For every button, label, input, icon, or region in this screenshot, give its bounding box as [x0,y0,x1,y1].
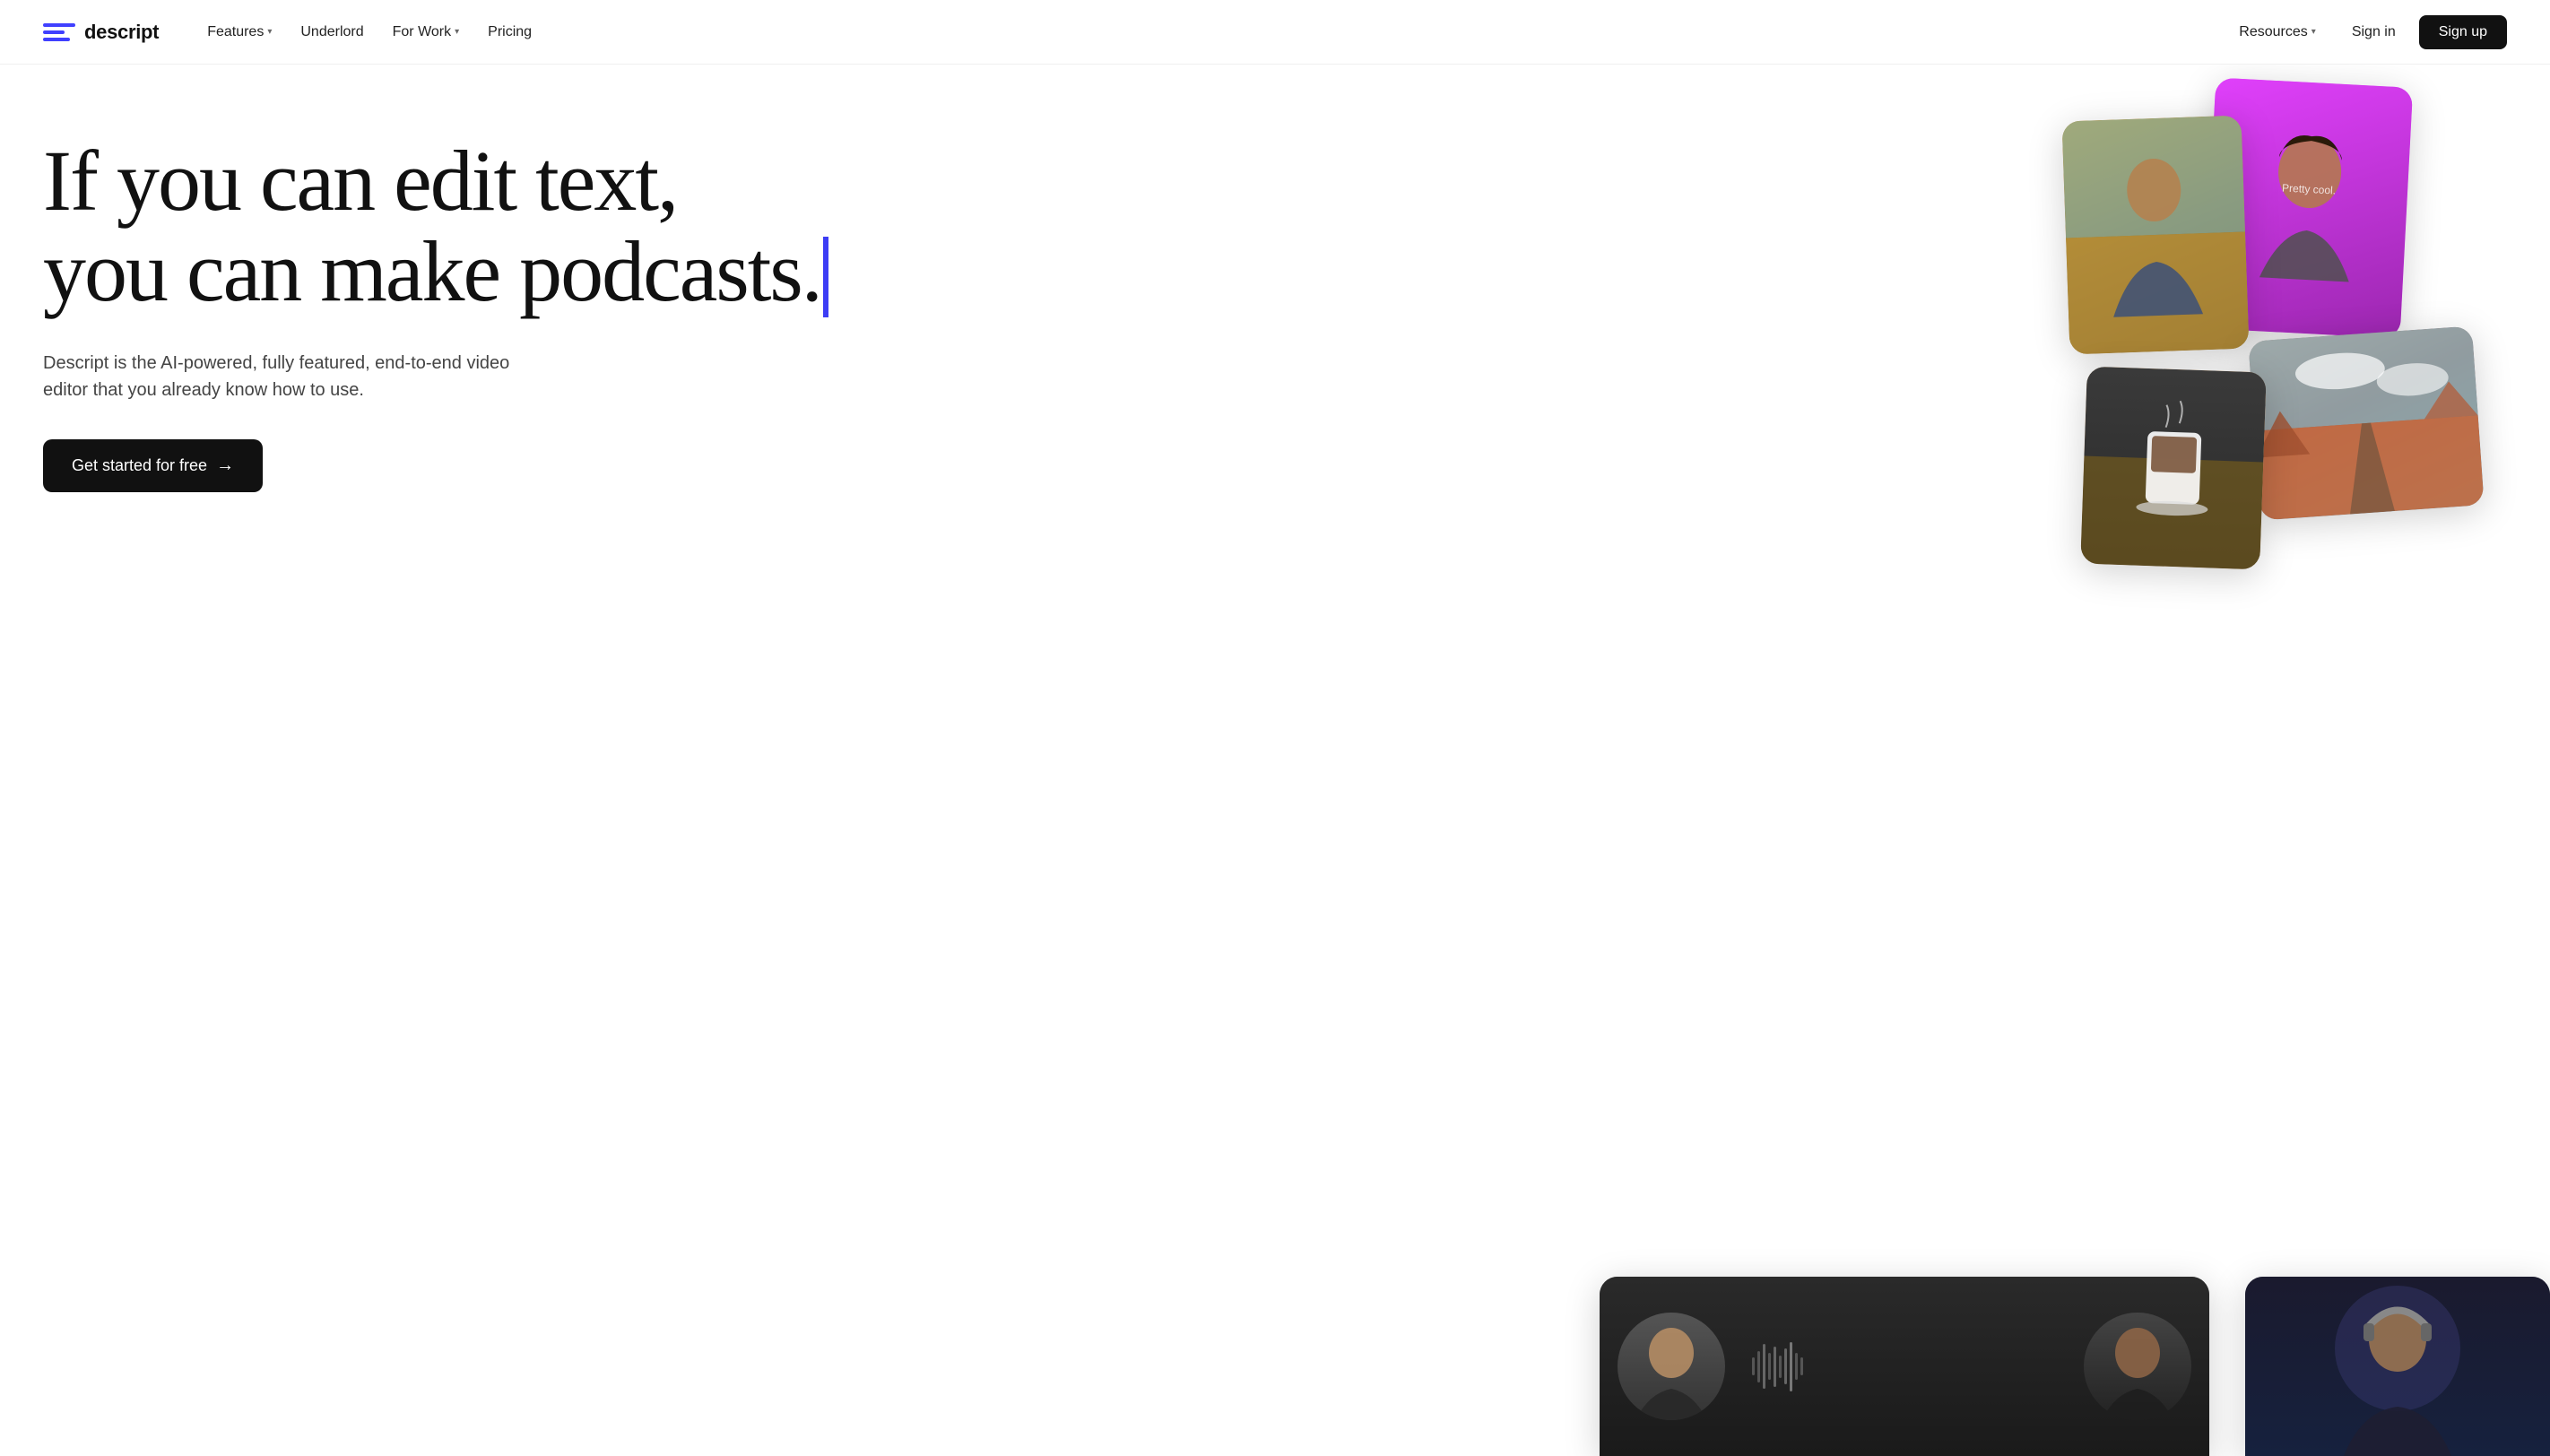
descript-logo-icon [43,20,75,45]
cta-arrow-icon: → [216,455,234,476]
landscape-scene [2248,326,2484,521]
text-cursor [823,237,828,317]
hero-images: Pretty cool. [1275,65,2550,1456]
sign-in-button[interactable]: Sign in [2336,17,2412,48]
logo-link[interactable]: descript [43,20,159,45]
hero-subheading: Descript is the AI-powered, fully featur… [43,350,545,403]
resources-chevron-icon: ▾ [2311,27,2316,37]
hero-image-card-1: Pretty cool. [2203,77,2413,338]
hero-image-card-2 [2062,116,2250,355]
person-silhouette-2 [2062,116,2250,355]
hero-heading: If you can edit text, you can make podca… [43,136,1398,321]
cta-label: Get started for free [72,456,207,475]
logo-text: descript [84,21,159,44]
nav-for-work[interactable]: For Work ▾ [380,17,473,48]
nav-center-links: Features ▾ Underlord For Work ▾ Pricing [195,17,544,48]
person-silhouette-1 [2250,116,2366,300]
hero-image-card-4 [2080,367,2267,570]
nav-underlord[interactable]: Underlord [288,17,376,48]
nav-features[interactable]: Features ▾ [195,17,284,48]
nav-pricing[interactable]: Pricing [475,17,544,48]
hero-image-card-5 [1600,1277,2209,1456]
features-chevron-icon: ▾ [267,27,272,37]
pretty-cool-label: Pretty cool. [2282,181,2337,196]
hero-content: If you can edit text, you can make podca… [43,136,1398,492]
hero-image-card-3 [2248,326,2484,521]
for-work-chevron-icon: ▾ [455,27,459,37]
video-person-2 [2084,1313,2191,1420]
nav-resources[interactable]: Resources ▾ [2226,17,2329,48]
hero-image-card-6 [2245,1277,2550,1456]
person-headphones-silhouette [2308,1277,2487,1456]
nav-left: descript Features ▾ Underlord For Work ▾… [43,17,544,48]
hero-section: If you can edit text, you can make podca… [0,65,2550,1456]
cta-button[interactable]: Get started for free → [43,439,263,492]
navbar: descript Features ▾ Underlord For Work ▾… [0,0,2550,65]
waveform [1743,1339,2066,1393]
video-person-1 [1618,1313,1725,1420]
sign-up-button[interactable]: Sign up [2419,15,2507,49]
nav-right-links: Resources ▾ Sign in Sign up [2226,15,2507,49]
food-scene-graphic [2080,367,2267,570]
